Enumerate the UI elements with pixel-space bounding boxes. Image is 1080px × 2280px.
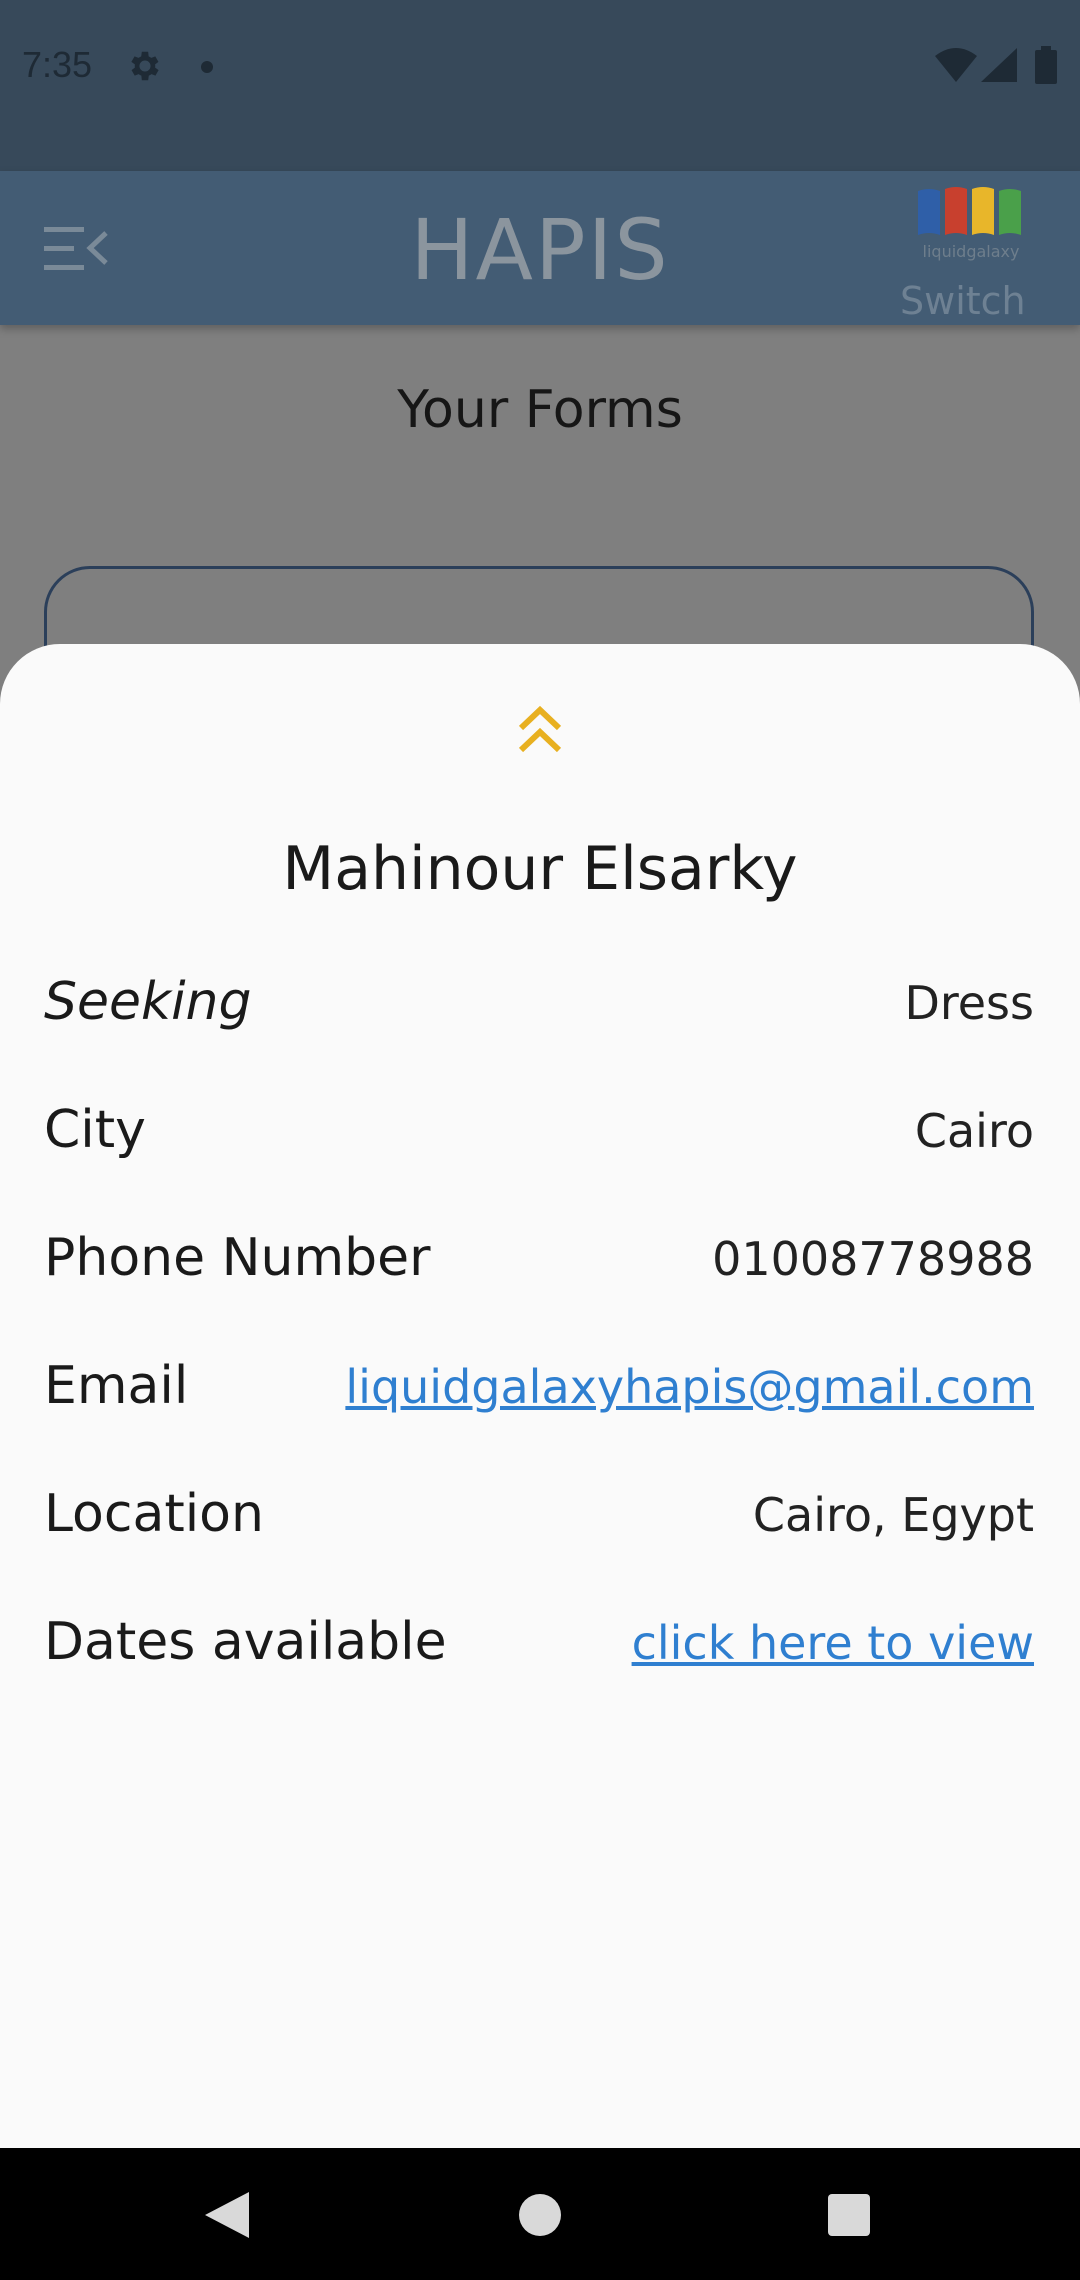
phone-label: Phone Number (44, 1228, 431, 1288)
logo-caption: liquidgalaxy (923, 242, 1020, 261)
bottom-sheet: Mahinour Elsarky Seeking Dress City Cair… (0, 644, 1080, 2149)
seeking-value: Dress (904, 976, 1034, 1030)
location-label: Location (44, 1484, 264, 1544)
row-email: Email liquidgalaxyhapis@gmail.com (44, 1356, 1034, 1436)
chevron-up-icon[interactable] (515, 704, 565, 756)
home-icon[interactable] (519, 2194, 561, 2236)
battery-icon (1035, 46, 1057, 84)
notification-dot-icon (201, 61, 213, 73)
email-link[interactable]: liquidgalaxyhapis@gmail.com (345, 1360, 1034, 1414)
signal-icon (981, 48, 1017, 82)
row-dates: Dates available click here to view (44, 1612, 1034, 1692)
email-label: Email (44, 1356, 189, 1416)
liquid-galaxy-logo[interactable]: liquidgalaxy (916, 185, 1026, 269)
status-time: 7:35 (22, 44, 93, 85)
app-bar: HAPIS liquidgalaxy Switch (0, 171, 1080, 325)
row-seeking: Seeking Dress (44, 972, 1034, 1052)
seeking-label: Seeking (44, 972, 252, 1032)
back-icon[interactable] (205, 2192, 249, 2238)
row-location: Location Cairo, Egypt (44, 1484, 1034, 1564)
recents-icon[interactable] (828, 2194, 870, 2236)
row-city: City Cairo (44, 1100, 1034, 1180)
phone-value: 01008778988 (712, 1232, 1034, 1286)
status-bar: 7:35 (0, 0, 1080, 171)
wifi-icon (935, 48, 977, 82)
city-value: Cairo (914, 1104, 1034, 1158)
contact-name: Mahinour Elsarky (282, 834, 798, 904)
dates-link[interactable]: click here to view (632, 1616, 1034, 1670)
city-label: City (44, 1100, 146, 1160)
page-heading: Your Forms (397, 380, 683, 440)
navigation-bar (0, 2148, 1080, 2280)
switch-label[interactable]: Switch (900, 279, 1026, 323)
dates-label: Dates available (44, 1612, 447, 1672)
location-value: Cairo, Egypt (752, 1488, 1034, 1542)
row-phone: Phone Number 01008778988 (44, 1228, 1034, 1308)
gear-icon (131, 51, 159, 81)
